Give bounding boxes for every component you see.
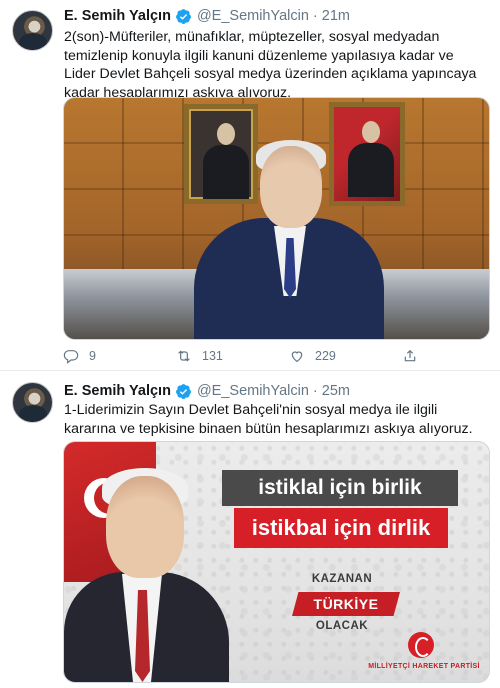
reply-icon <box>63 350 79 364</box>
author-handle[interactable]: @E_SemihYalcin <box>197 8 309 24</box>
reply-button[interactable]: 9 <box>63 348 176 364</box>
avatar[interactable] <box>12 10 53 51</box>
verified-badge-icon <box>176 8 191 24</box>
share-button[interactable] <box>402 348 428 364</box>
retweet-count: 131 <box>202 349 223 363</box>
tweet-header: E. Semih Yalçın @E_SemihYalcin · 21m <box>64 5 350 27</box>
share-icon <box>404 349 416 362</box>
author-name[interactable]: E. Semih Yalçın <box>64 383 171 399</box>
tweet-time[interactable]: 21m <box>322 8 350 24</box>
retweet-icon <box>178 350 190 362</box>
tweet-time[interactable]: 25m <box>322 383 350 399</box>
separator-dot: · <box>312 8 318 24</box>
slogan-line-1: istiklal için birlik <box>222 470 458 506</box>
tweet-banner-image[interactable]: istiklal için birlik istikbal için dirli… <box>63 441 490 683</box>
like-icon <box>291 351 303 363</box>
tweet-1[interactable]: E. Semih Yalçın @E_SemihYalcin · 21m 2(s… <box>0 0 500 370</box>
avatar[interactable] <box>12 382 53 423</box>
kazanan-text: KAZANAN <box>311 573 373 585</box>
portrait-head <box>362 121 380 143</box>
slogan-line-2: istikbal için dirlik <box>234 508 448 548</box>
verified-badge-icon <box>176 383 191 399</box>
party-logo-icon <box>408 632 434 658</box>
author-handle[interactable]: @E_SemihYalcin <box>197 383 309 399</box>
turkiye-label: TÜRKİYE <box>292 592 400 616</box>
tweet-header: E. Semih Yalçın @E_SemihYalcin · 25m <box>64 380 350 402</box>
like-button[interactable]: 229 <box>289 348 402 364</box>
retweet-button[interactable]: 131 <box>176 348 289 364</box>
portrait-frame-right <box>329 102 405 206</box>
author-name[interactable]: E. Semih Yalçın <box>64 8 171 24</box>
tweet-photo[interactable] <box>63 97 490 340</box>
reply-count: 9 <box>89 349 96 363</box>
tweet-text: 2(son)-Müfteriler, münafıklar, müptezell… <box>64 29 477 101</box>
olacak-text: OLACAK <box>315 620 369 632</box>
portrait-frame-left <box>184 104 258 204</box>
separator-dot: · <box>312 383 318 399</box>
party-name: MİLLİYETÇİ HAREKET PARTİSİ <box>368 663 480 670</box>
portrait-head <box>217 123 235 145</box>
person-face <box>260 146 322 228</box>
tweet-2[interactable]: E. Semih Yalçın @E_SemihYalcin · 25m 1-L… <box>0 370 500 688</box>
leader-face <box>106 476 184 578</box>
tweet-actions: 9 131 229 <box>63 346 493 366</box>
tweet-text: 1-Liderimizin Sayın Devlet Bahçeli'nin s… <box>64 402 473 437</box>
like-count: 229 <box>315 349 336 363</box>
portrait-body <box>203 145 249 199</box>
portrait-body <box>348 143 394 197</box>
